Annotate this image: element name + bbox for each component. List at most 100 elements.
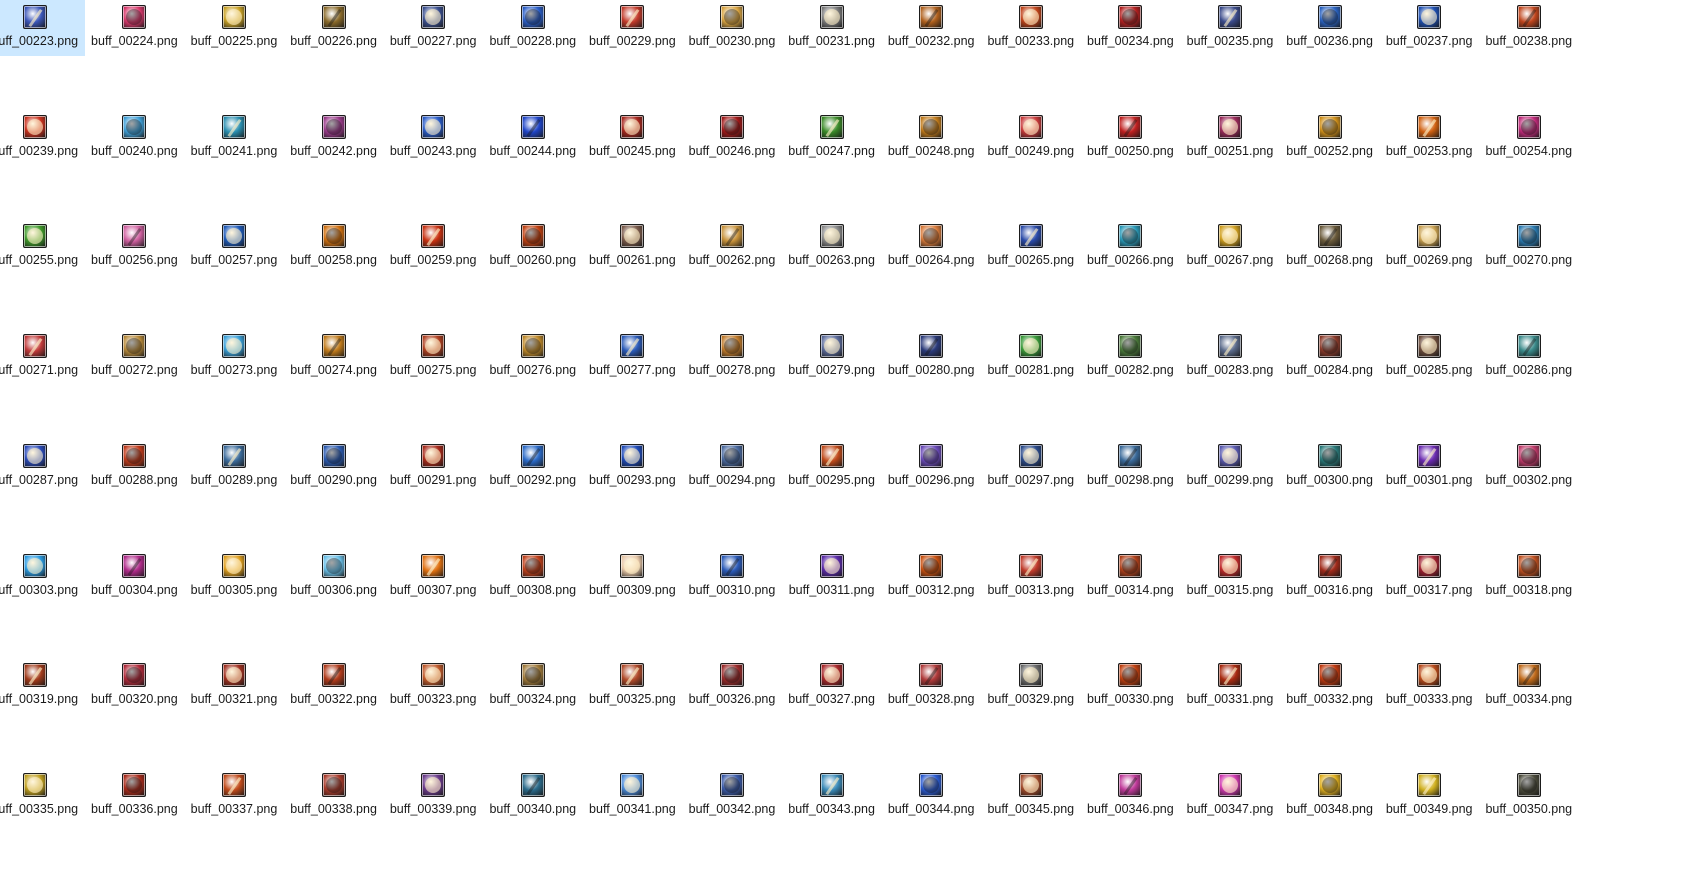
file-item[interactable]: buff_00225.png	[184, 0, 284, 56]
file-item[interactable]: buff_00281.png	[981, 329, 1081, 385]
file-item[interactable]: buff_00241.png	[184, 110, 284, 166]
file-item[interactable]: buff_00255.png	[0, 219, 85, 275]
file-item[interactable]: buff_00265.png	[981, 219, 1081, 275]
file-item[interactable]: buff_00305.png	[184, 549, 284, 605]
file-item[interactable]: buff_00302.png	[1479, 439, 1579, 495]
file-item[interactable]: buff_00314.png	[1081, 549, 1181, 605]
file-item[interactable]: buff_00312.png	[881, 549, 981, 605]
file-item[interactable]: buff_00316.png	[1280, 549, 1380, 605]
file-item[interactable]: buff_00332.png	[1280, 658, 1380, 714]
file-item[interactable]: buff_00280.png	[881, 329, 981, 385]
file-item[interactable]: buff_00258.png	[284, 219, 384, 275]
file-item[interactable]: buff_00289.png	[184, 439, 284, 495]
file-item[interactable]: buff_00228.png	[483, 0, 583, 56]
file-item[interactable]: buff_00344.png	[881, 768, 981, 824]
file-item[interactable]: buff_00349.png	[1379, 768, 1479, 824]
file-item[interactable]: buff_00233.png	[981, 0, 1081, 56]
file-item[interactable]: buff_00313.png	[981, 549, 1081, 605]
file-item[interactable]: buff_00337.png	[184, 768, 284, 824]
file-item[interactable]: buff_00311.png	[782, 549, 882, 605]
file-item[interactable]: buff_00256.png	[85, 219, 185, 275]
file-item[interactable]: buff_00231.png	[782, 0, 882, 56]
file-item[interactable]: buff_00285.png	[1379, 329, 1479, 385]
file-item[interactable]: buff_00310.png	[682, 549, 782, 605]
file-item[interactable]: buff_00252.png	[1280, 110, 1380, 166]
file-item[interactable]: buff_00334.png	[1479, 658, 1579, 714]
file-item[interactable]: buff_00342.png	[682, 768, 782, 824]
file-item[interactable]: buff_00251.png	[1180, 110, 1280, 166]
file-item[interactable]: buff_00232.png	[881, 0, 981, 56]
file-item[interactable]: buff_00229.png	[583, 0, 683, 56]
file-item[interactable]: buff_00325.png	[583, 658, 683, 714]
file-item[interactable]: buff_00315.png	[1180, 549, 1280, 605]
file-item[interactable]: buff_00245.png	[583, 110, 683, 166]
file-item[interactable]: buff_00230.png	[682, 0, 782, 56]
file-item[interactable]: buff_00240.png	[85, 110, 185, 166]
file-item[interactable]: buff_00268.png	[1280, 219, 1380, 275]
file-item[interactable]: buff_00335.png	[0, 768, 85, 824]
file-item[interactable]: buff_00297.png	[981, 439, 1081, 495]
file-item[interactable]: buff_00333.png	[1379, 658, 1479, 714]
file-item[interactable]: buff_00338.png	[284, 768, 384, 824]
file-item[interactable]: buff_00323.png	[383, 658, 483, 714]
file-item[interactable]: buff_00306.png	[284, 549, 384, 605]
file-item[interactable]: buff_00237.png	[1379, 0, 1479, 56]
file-item[interactable]: buff_00262.png	[682, 219, 782, 275]
file-item[interactable]: buff_00264.png	[881, 219, 981, 275]
file-item[interactable]: buff_00249.png	[981, 110, 1081, 166]
file-item[interactable]: buff_00346.png	[1081, 768, 1181, 824]
file-item[interactable]: buff_00270.png	[1479, 219, 1579, 275]
file-item[interactable]: buff_00235.png	[1180, 0, 1280, 56]
file-item[interactable]: buff_00238.png	[1479, 0, 1579, 56]
file-item[interactable]: buff_00282.png	[1081, 329, 1181, 385]
file-item[interactable]: buff_00248.png	[881, 110, 981, 166]
file-item[interactable]: buff_00266.png	[1081, 219, 1181, 275]
file-item[interactable]: buff_00234.png	[1081, 0, 1181, 56]
file-item[interactable]: buff_00292.png	[483, 439, 583, 495]
file-item[interactable]: buff_00293.png	[583, 439, 683, 495]
file-item[interactable]: buff_00277.png	[583, 329, 683, 385]
file-item[interactable]: buff_00327.png	[782, 658, 882, 714]
file-item[interactable]: buff_00294.png	[682, 439, 782, 495]
file-item[interactable]: buff_00309.png	[583, 549, 683, 605]
file-item[interactable]: buff_00326.png	[682, 658, 782, 714]
file-item[interactable]: buff_00260.png	[483, 219, 583, 275]
file-item[interactable]: buff_00254.png	[1479, 110, 1579, 166]
file-item[interactable]: buff_00247.png	[782, 110, 882, 166]
file-item[interactable]: buff_00261.png	[583, 219, 683, 275]
file-item[interactable]: buff_00340.png	[483, 768, 583, 824]
file-item[interactable]: buff_00288.png	[85, 439, 185, 495]
file-item[interactable]: buff_00324.png	[483, 658, 583, 714]
file-item[interactable]: buff_00321.png	[184, 658, 284, 714]
file-item[interactable]: buff_00301.png	[1379, 439, 1479, 495]
file-item[interactable]: buff_00331.png	[1180, 658, 1280, 714]
file-item[interactable]: buff_00336.png	[85, 768, 185, 824]
file-item[interactable]: buff_00244.png	[483, 110, 583, 166]
file-item[interactable]: buff_00329.png	[981, 658, 1081, 714]
file-item[interactable]: buff_00226.png	[284, 0, 384, 56]
file-item[interactable]: buff_00286.png	[1479, 329, 1579, 385]
file-item[interactable]: buff_00341.png	[583, 768, 683, 824]
file-item[interactable]: buff_00276.png	[483, 329, 583, 385]
file-item[interactable]: buff_00273.png	[184, 329, 284, 385]
file-item[interactable]: buff_00348.png	[1280, 768, 1380, 824]
file-item[interactable]: buff_00271.png	[0, 329, 85, 385]
file-item[interactable]: buff_00283.png	[1180, 329, 1280, 385]
file-item[interactable]: buff_00284.png	[1280, 329, 1380, 385]
file-item[interactable]: buff_00330.png	[1081, 658, 1181, 714]
file-item[interactable]: buff_00272.png	[85, 329, 185, 385]
file-item[interactable]: buff_00322.png	[284, 658, 384, 714]
file-item[interactable]: buff_00339.png	[383, 768, 483, 824]
file-item[interactable]: buff_00304.png	[85, 549, 185, 605]
file-item[interactable]: buff_00243.png	[383, 110, 483, 166]
file-item[interactable]: buff_00253.png	[1379, 110, 1479, 166]
file-item[interactable]: buff_00236.png	[1280, 0, 1380, 56]
file-item[interactable]: buff_00300.png	[1280, 439, 1380, 495]
file-item[interactable]: buff_00319.png	[0, 658, 85, 714]
file-item[interactable]: buff_00350.png	[1479, 768, 1579, 824]
file-item[interactable]: buff_00239.png	[0, 110, 85, 166]
file-item[interactable]: buff_00317.png	[1379, 549, 1479, 605]
file-item[interactable]: buff_00263.png	[782, 219, 882, 275]
file-item[interactable]: buff_00343.png	[782, 768, 882, 824]
file-item[interactable]: buff_00328.png	[881, 658, 981, 714]
